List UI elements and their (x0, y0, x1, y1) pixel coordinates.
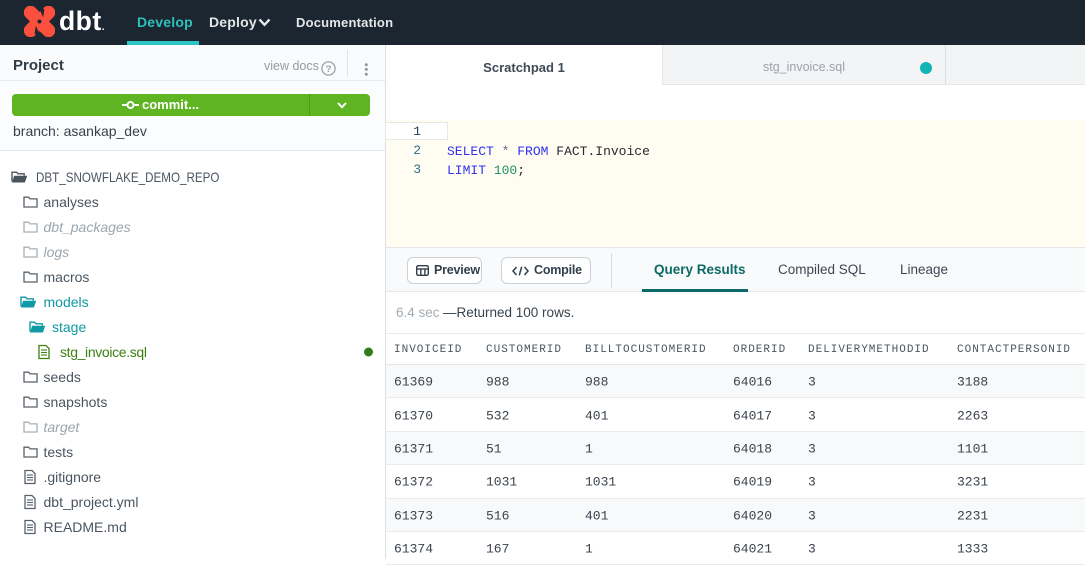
svg-text:?: ? (326, 64, 332, 75)
